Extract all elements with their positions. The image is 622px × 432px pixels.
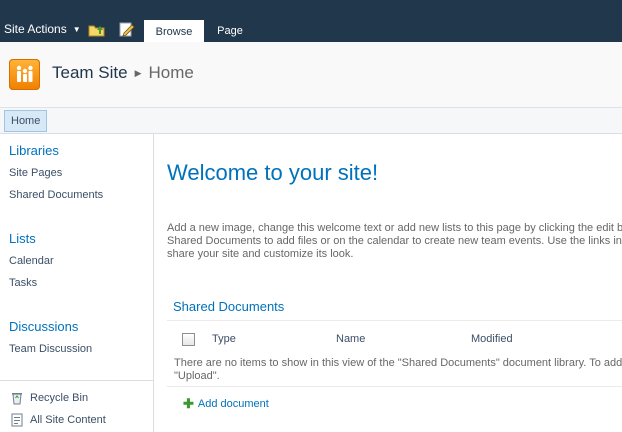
welcome-description-line: Shared Documents to add files or on the … — [167, 235, 622, 247]
add-document-link[interactable]: ✚ Add document — [183, 396, 269, 412]
shared-documents-webpart-title[interactable]: Shared Documents — [173, 299, 284, 314]
all-site-content-link[interactable]: All Site Content — [10, 413, 106, 427]
ribbon-bar: Site Actions ▼ Browse Page — [0, 0, 622, 42]
tab-browse[interactable]: Browse — [144, 20, 204, 42]
add-icon: ✚ — [183, 396, 194, 411]
recycle-bin-label: Recycle Bin — [30, 392, 89, 404]
top-nav-item-home[interactable]: Home — [4, 110, 48, 132]
welcome-description: Add a new image, change this welcome tex… — [167, 222, 622, 261]
top-nav-item-label: Home — [11, 115, 41, 127]
quick-launch-divider — [0, 380, 154, 381]
quick-launch-heading-lists[interactable]: Lists — [9, 231, 36, 246]
site-logo-icon[interactable] — [9, 59, 40, 90]
welcome-description-line: share your site and customize its look. — [167, 248, 354, 260]
chevron-right-icon: ▶ — [134, 67, 142, 78]
all-site-content-label: All Site Content — [30, 414, 106, 426]
select-all-checkbox[interactable] — [182, 333, 195, 346]
quick-launch-heading-discussions[interactable]: Discussions — [9, 319, 78, 334]
welcome-heading: Welcome to your site! — [167, 160, 379, 185]
site-actions-menu[interactable]: Site Actions ▼ — [4, 22, 81, 36]
welcome-description-line: Add a new image, change this welcome tex… — [167, 222, 622, 234]
column-header-modified[interactable]: Modified — [471, 333, 513, 345]
quick-launch-item-team-discussion[interactable]: Team Discussion — [9, 343, 92, 355]
navigate-up-icon[interactable] — [88, 21, 106, 37]
quick-launch: Libraries Site Pages Shared Documents Li… — [0, 134, 154, 432]
empty-view-message: There are no items to show in this view … — [174, 357, 622, 383]
title-area: Team Site ▶ Home — [0, 42, 622, 108]
column-header-type[interactable]: Type — [212, 333, 236, 345]
tab-page-label: Page — [217, 25, 243, 37]
recycle-bin-link[interactable]: Recycle Bin — [10, 391, 88, 405]
quick-launch-item-site-pages[interactable]: Site Pages — [9, 167, 62, 179]
add-document-label: Add document — [197, 398, 269, 410]
tab-page[interactable]: Page — [210, 20, 250, 42]
quick-launch-heading-libraries[interactable]: Libraries — [9, 143, 59, 158]
top-navigation: Home — [0, 108, 622, 134]
page-title: Home — [148, 63, 194, 82]
chevron-down-icon: ▼ — [72, 24, 81, 34]
edit-page-icon[interactable] — [118, 21, 136, 37]
quick-launch-item-tasks[interactable]: Tasks — [9, 277, 37, 289]
breadcrumb: Team Site ▶ Home — [52, 63, 194, 83]
empty-view-line: There are no items to show in this view … — [174, 357, 622, 369]
empty-view-line: "Upload". — [174, 370, 220, 382]
site-actions-label: Site Actions — [4, 22, 67, 36]
webpart-divider — [167, 320, 622, 321]
quick-launch-item-shared-documents[interactable]: Shared Documents — [9, 189, 103, 201]
recycle-bin-icon — [12, 393, 22, 405]
site-title-link[interactable]: Team Site — [52, 63, 128, 83]
site-content-icon — [11, 413, 23, 427]
tab-browse-label: Browse — [155, 25, 193, 38]
webpart-divider — [167, 386, 622, 387]
column-header-name[interactable]: Name — [336, 333, 365, 345]
quick-launch-item-calendar[interactable]: Calendar — [9, 255, 54, 267]
main-content: Welcome to your site! Add a new image, c… — [155, 134, 622, 432]
